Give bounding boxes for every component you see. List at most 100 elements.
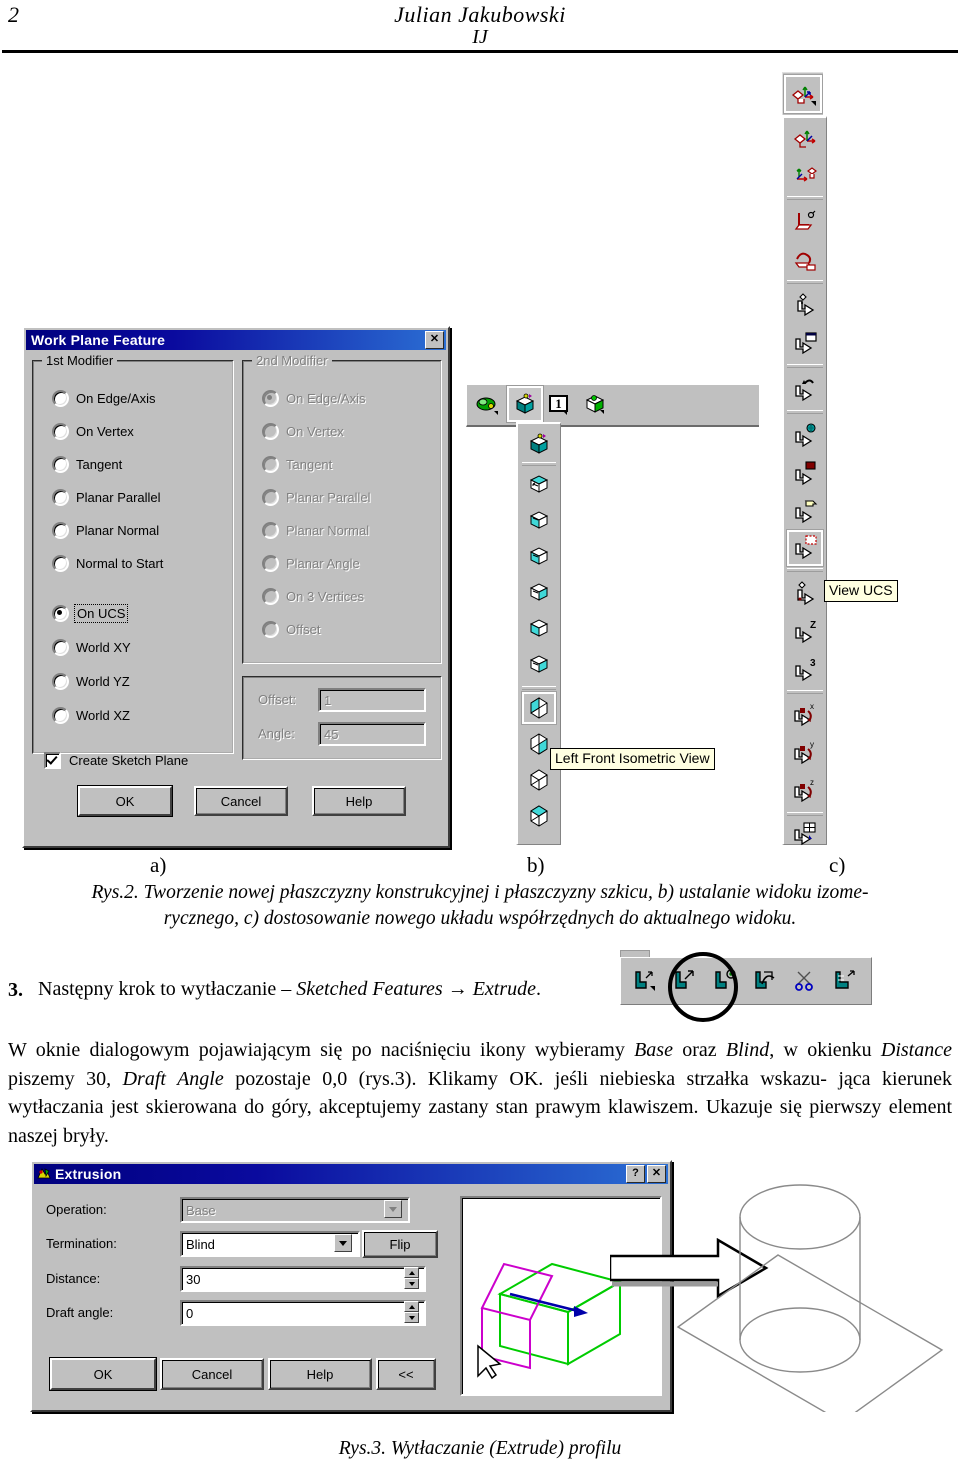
flyout-bottom-view-button[interactable] <box>522 504 556 536</box>
numbered-view-icon: 1 <box>549 395 568 415</box>
radio-label: On Edge/Axis <box>76 391 156 406</box>
ucs-sketch-button[interactable] <box>787 494 823 530</box>
flyout-left-view-button[interactable] <box>522 612 556 644</box>
radio-indicator[interactable] <box>52 673 69 690</box>
draft-angle-stepper[interactable] <box>404 1301 419 1323</box>
offset-value: 1 <box>324 692 332 708</box>
radio-indicator[interactable] <box>52 456 69 473</box>
distance-input[interactable]: 30 <box>180 1266 426 1292</box>
radio-indicator[interactable] <box>52 522 69 539</box>
stepper-up[interactable] <box>404 1267 419 1278</box>
draft-angle-input[interactable]: 0 <box>180 1300 426 1326</box>
radio-world-xy[interactable]: World XY <box>52 639 131 656</box>
radio-planar-parallel[interactable]: Planar Parallel <box>52 489 161 506</box>
ucs-plane-button[interactable] <box>787 242 823 278</box>
radio-indicator[interactable] <box>52 555 69 572</box>
offset-angle-group: Offset: 1 Angle: 45 <box>242 676 442 760</box>
cube-view-icon-button[interactable] <box>579 388 611 420</box>
radio-label: On Vertex <box>286 424 344 439</box>
par-italic-base: Base <box>634 1039 673 1061</box>
par-line1-c: , w okienku <box>769 1039 881 1061</box>
radio-on-ucs[interactable]: On UCS <box>52 604 129 623</box>
checkbox-indicator[interactable] <box>44 752 61 769</box>
radio-indicator[interactable] <box>52 639 69 656</box>
help-button[interactable]: Help <box>312 786 406 816</box>
radio-label: Offset <box>286 622 321 637</box>
ucs-previous-button[interactable] <box>787 372 823 408</box>
inline-cut-icon-button[interactable] <box>789 965 821 997</box>
work-plane-icon-button[interactable] <box>507 386 543 422</box>
radio-on-vertex[interactable]: On Vertex <box>52 423 134 440</box>
radio-indicator[interactable] <box>52 423 69 440</box>
radio-indicator[interactable] <box>52 707 69 724</box>
stepper-up[interactable] <box>404 1301 419 1312</box>
draft-angle-label: Draft angle: <box>46 1305 114 1320</box>
chevron-down-icon <box>339 1240 347 1246</box>
ucs-manage-button[interactable] <box>787 816 823 852</box>
ucs-view-button[interactable] <box>787 576 823 612</box>
inline-sweep-icon-button[interactable] <box>749 965 781 997</box>
ucs-main-button[interactable] <box>782 72 823 115</box>
radio-on-edge-axis[interactable]: On Edge/Axis <box>52 390 156 407</box>
extrusion-titlebar: Extrusion ? ✕ <box>34 1164 668 1184</box>
flyout-right-view-button[interactable] <box>522 648 556 680</box>
radio-on-vertex-2: On Vertex <box>262 423 344 440</box>
radio-world-yz[interactable]: World YZ <box>52 673 130 690</box>
offset-input: 1 <box>318 688 426 712</box>
ucs-dotted-plane-button[interactable] <box>787 530 823 566</box>
extrusion-collapse-button[interactable]: << <box>376 1358 436 1390</box>
ucs-rotate-y-button[interactable]: y <box>787 736 823 772</box>
radio-indicator <box>262 588 279 605</box>
inline-sketch-icon-button[interactable] <box>629 965 661 997</box>
ok-button[interactable]: OK <box>78 786 172 816</box>
radio-indicator[interactable] <box>52 605 69 622</box>
ucs-face-button[interactable] <box>787 204 823 240</box>
flyout-right-back-isometric-view-button[interactable] <box>522 800 556 832</box>
ucs-world-button[interactable] <box>787 418 823 454</box>
close-icon[interactable]: ✕ <box>425 331 444 349</box>
ucs-rotate-z-button[interactable]: z <box>787 774 823 810</box>
extrusion-help-button[interactable]: Help <box>268 1358 372 1390</box>
stepper-down[interactable] <box>404 1312 419 1323</box>
distance-stepper[interactable] <box>404 1267 419 1289</box>
figure2-caption-line1: Rys.2. Tworzenie nowej płaszczyzny konst… <box>91 882 869 903</box>
flip-button[interactable]: Flip <box>362 1230 438 1258</box>
ucs-object-button[interactable] <box>787 456 823 492</box>
termination-select[interactable]: Blind <box>180 1231 360 1257</box>
numbered-view-icon-button[interactable]: 1 <box>543 388 575 420</box>
ucs-rotate-x-button[interactable]: x <box>787 698 823 734</box>
radio-planar-normal[interactable]: Planar Normal <box>52 522 159 539</box>
radio-world-xz[interactable]: World XZ <box>52 707 130 724</box>
ucs-global-button[interactable] <box>787 120 823 156</box>
header-subtitle: IJ <box>472 26 488 48</box>
radio-normal-to-start[interactable]: Normal to Start <box>52 555 163 572</box>
ucs-origin-button[interactable] <box>787 158 823 194</box>
radio-indicator[interactable] <box>52 390 69 407</box>
stepper-down[interactable] <box>404 1278 419 1289</box>
ucs-zaxis-button[interactable]: Z <box>787 614 823 650</box>
radio-label: On Vertex <box>76 424 134 439</box>
extrusion-cancel-button[interactable]: Cancel <box>160 1358 264 1390</box>
radio-tangent[interactable]: Tangent <box>52 456 122 473</box>
flyout-left-front-isometric-view-button[interactable] <box>522 692 556 724</box>
create-sketch-plane-checkbox[interactable]: Create Sketch Plane <box>44 752 188 769</box>
shade-icon-button[interactable] <box>471 388 503 420</box>
flyout-back-view-button[interactable] <box>522 576 556 608</box>
ucs-3point-button[interactable]: 3 <box>787 652 823 688</box>
termination-dropdown-arrow[interactable] <box>334 1234 352 1252</box>
ucs-new-button[interactable] <box>787 288 823 324</box>
radio-indicator[interactable] <box>52 489 69 506</box>
inline-revolve-icon-button[interactable] <box>709 965 741 997</box>
flyout-top-view-button[interactable] <box>522 468 556 500</box>
ucs-separator-6 <box>787 690 823 694</box>
flyout-front-view-button[interactable] <box>522 540 556 572</box>
extrusion-ok-button[interactable]: OK <box>50 1358 156 1390</box>
help-icon[interactable]: ? <box>626 1165 645 1183</box>
cancel-button[interactable]: Cancel <box>194 786 288 816</box>
ucs-window-button[interactable] <box>787 326 823 362</box>
inline-features-icon-button[interactable] <box>829 965 861 997</box>
inline-extrude-icon-button[interactable] <box>669 965 701 997</box>
app-icon <box>37 1168 51 1179</box>
inline-extrude-toolbar <box>620 957 872 1005</box>
flyout-work-plane-icon-button[interactable] <box>522 428 556 460</box>
